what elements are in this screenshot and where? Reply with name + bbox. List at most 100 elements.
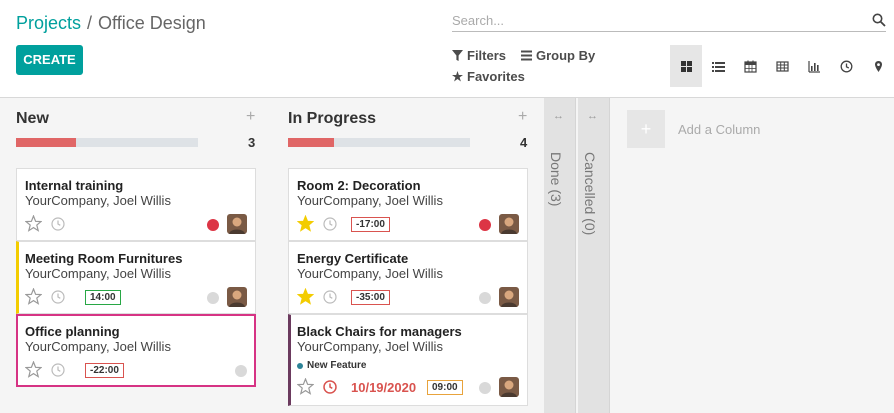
deadline-badge: -22:00 [85,363,124,378]
card-title: Black Chairs for managers [297,324,462,339]
task-card[interactable]: Meeting Room Furnitures YourCompany, Joe… [16,241,256,314]
star-icon[interactable] [25,215,42,232]
filters-label: Filters [467,48,507,63]
graph-view-icon [807,60,820,73]
breadcrumb: Projects / Office Design [16,13,206,34]
progress-fill [16,138,77,147]
clock-icon[interactable] [323,290,337,304]
favorites-label: Favorites [467,69,525,84]
star-icon[interactable] [25,288,42,305]
avatar [227,214,247,234]
search-input[interactable] [452,10,862,30]
graph-view-button[interactable] [798,45,830,87]
add-column-plus-icon[interactable]: + [627,110,665,148]
clock-icon[interactable] [51,217,65,231]
add-column[interactable]: + Add a Column [627,110,760,148]
folded-column-cancelled[interactable]: ↔ Cancelled (0) [578,98,610,413]
column-progress-bar[interactable] [16,138,198,147]
view-switcher [670,45,894,87]
deadline-badge: -35:00 [351,290,390,305]
tag-badge: New Feature [297,360,366,371]
task-card-selected[interactable]: Office planning YourCompany, Joel Willis… [16,314,256,387]
search-icon[interactable] [872,13,886,27]
breadcrumb-projects-link[interactable]: Projects [16,13,81,34]
filter-icon [452,50,463,61]
kanban-state-dot[interactable] [235,365,247,377]
deadline-badge: 14:00 [85,290,121,305]
unfold-icon: ↔ [553,110,564,122]
overdue-date: 10/19/2020 [351,380,417,395]
avatar [227,287,247,307]
task-card[interactable]: Room 2: Decoration YourCompany, Joel Wil… [288,168,528,241]
star-icon[interactable] [297,378,314,395]
card-title: Internal training [25,178,124,193]
column-new: New + 3 Internal training YourCompany, J… [0,98,272,413]
group-by-button[interactable]: Group By [521,48,595,63]
filters-button[interactable]: Filters [452,48,506,63]
map-view-button[interactable] [862,45,894,87]
overdue-clock-icon[interactable] [323,380,337,394]
kanban-state-dot[interactable] [207,219,219,231]
kanban-board: New + 3 Internal training YourCompany, J… [0,98,894,413]
card-title: Room 2: Decoration [297,178,421,193]
group-by-icon [521,50,532,61]
breadcrumb-separator: / [87,13,93,33]
column-title: In Progress [288,110,377,127]
column-in-progress: In Progress + 4 Room 2: Decoration YourC… [272,98,544,413]
kanban-view-icon [680,60,692,72]
kanban-state-dot[interactable] [479,219,491,231]
task-card[interactable]: Energy Certificate YourCompany, Joel Wil… [288,241,528,314]
breadcrumb-current: Office Design [98,13,206,33]
task-card[interactable]: Black Chairs for managers YourCompany, J… [288,314,528,406]
activity-view-button[interactable] [830,45,862,87]
calendar-view-button[interactable] [734,45,766,87]
unfold-icon: ↔ [587,110,598,122]
calendar-view-icon [743,60,757,73]
clock-icon[interactable] [51,290,65,304]
card-subtitle: YourCompany, Joel Willis [297,193,443,208]
avatar [499,214,519,234]
progress-fill [288,138,334,147]
deadline-badge: -17:00 [351,217,390,232]
kanban-state-dot[interactable] [479,292,491,304]
card-subtitle: YourCompany, Joel Willis [25,266,171,281]
star-icon-filled[interactable] [297,215,314,232]
favorites-button[interactable]: Favorites [452,69,525,84]
clock-icon[interactable] [51,363,65,377]
activity-view-icon [840,60,852,72]
star-icon-filled[interactable] [297,288,314,305]
group-by-label: Group By [536,48,596,63]
tag-label: New Feature [307,360,367,371]
kanban-state-dot[interactable] [479,382,491,394]
add-column-label[interactable]: Add a Column [678,122,760,137]
task-card[interactable]: Internal training YourCompany, Joel Will… [16,168,256,241]
star-icon[interactable] [25,361,42,378]
avatar [499,377,519,397]
pivot-view-icon [775,60,789,72]
kanban-state-dot[interactable] [207,292,219,304]
star-icon [452,71,463,82]
map-view-icon [874,60,882,72]
column-count: 3 [248,135,256,150]
folded-column-label: Done (3) [548,152,564,207]
search-bar [452,10,886,32]
avatar [499,287,519,307]
quick-create-button[interactable]: + [518,108,527,126]
column-title: New [16,110,49,127]
quick-create-button[interactable]: + [246,108,255,126]
card-title: Meeting Room Furnitures [25,251,183,266]
pivot-view-button[interactable] [766,45,798,87]
list-view-icon [711,61,725,72]
folded-column-done[interactable]: ↔ Done (3) [544,98,576,413]
deadline-badge: 09:00 [427,380,463,395]
folded-column-label: Cancelled (0) [582,152,598,236]
card-subtitle: YourCompany, Joel Willis [297,339,443,354]
column-progress-bar[interactable] [288,138,470,147]
tag-color-dot [297,362,303,369]
create-button[interactable]: CREATE [16,45,83,75]
card-subtitle: YourCompany, Joel Willis [297,266,443,281]
kanban-view-button[interactable] [670,45,702,87]
clock-icon[interactable] [323,217,337,231]
card-title: Office planning [25,324,120,339]
list-view-button[interactable] [702,45,734,87]
